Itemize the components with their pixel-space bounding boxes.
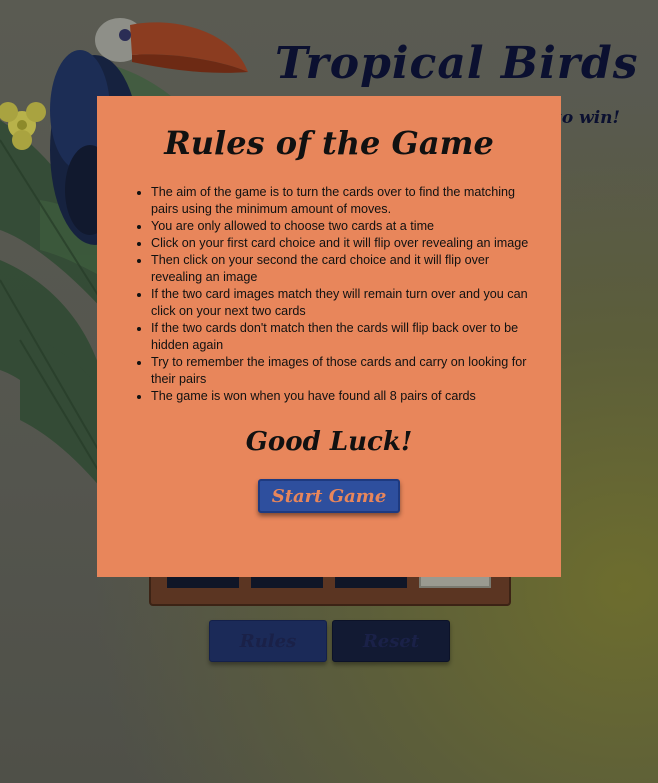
rules-list: The aim of the game is to turn the cards… bbox=[125, 184, 533, 405]
rule-item: Then click on your second the card choic… bbox=[151, 252, 533, 286]
rule-item: If the two card images match they will r… bbox=[151, 286, 533, 320]
start-game-button[interactable]: Start Game bbox=[258, 479, 400, 513]
rule-item: The game is won when you have found all … bbox=[151, 388, 533, 405]
rule-item: Try to remember the images of those card… bbox=[151, 354, 533, 388]
rules-button[interactable]: Rules bbox=[209, 620, 327, 662]
game-title: Tropical Birds bbox=[275, 38, 639, 89]
rule-item: You are only allowed to choose two cards… bbox=[151, 218, 533, 235]
rules-modal: Rules of the Game The aim of the game is… bbox=[97, 96, 561, 577]
modal-title: Rules of the Game bbox=[164, 124, 494, 162]
rule-item: If the two cards don't match then the ca… bbox=[151, 320, 533, 354]
game-subtitle: to win! bbox=[553, 108, 620, 128]
reset-button[interactable]: Reset bbox=[332, 620, 450, 662]
rule-item: The aim of the game is to turn the cards… bbox=[151, 184, 533, 218]
good-luck-text: Good Luck! bbox=[245, 427, 413, 457]
rule-item: Click on your first card choice and it w… bbox=[151, 235, 533, 252]
